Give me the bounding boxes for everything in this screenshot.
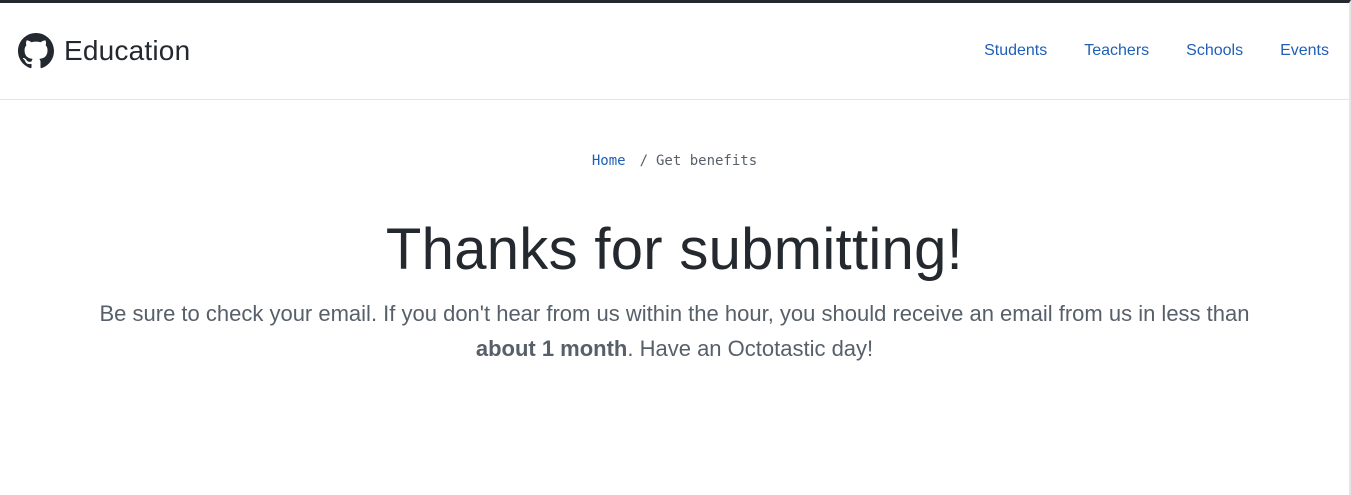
message-text: Be sure to check your email. If you don'… (99, 300, 1250, 326)
nav-link-students[interactable]: Students (984, 42, 1047, 60)
main-nav: Students Teachers Schools Events (984, 42, 1329, 60)
breadcrumb-home-link[interactable]: Home (592, 153, 626, 169)
message-emphasis: about 1 month (475, 335, 628, 361)
site-header: Education Students Teachers Schools Even… (0, 3, 1349, 100)
nav-link-schools[interactable]: Schools (1186, 42, 1243, 60)
breadcrumb-separator: / (639, 153, 648, 169)
brand-home-link[interactable]: Education (18, 33, 190, 69)
breadcrumb-current: Get benefits (656, 153, 758, 169)
message-text-end: . Have an Octotastic day! (627, 335, 874, 361)
nav-link-events[interactable]: Events (1280, 42, 1329, 60)
confirmation-message: Be sure to check your email. If you don'… (95, 296, 1255, 366)
nav-link-teachers[interactable]: Teachers (1084, 42, 1149, 60)
breadcrumb: Home / Get benefits (0, 153, 1349, 169)
page-title: Thanks for submitting! (385, 217, 964, 282)
page: Education Students Teachers Schools Even… (0, 0, 1351, 495)
brand-name: Education (64, 35, 191, 66)
github-octocat-icon (18, 33, 54, 69)
main-content: Home / Get benefits Thanks for submitting!… (0, 153, 1349, 366)
